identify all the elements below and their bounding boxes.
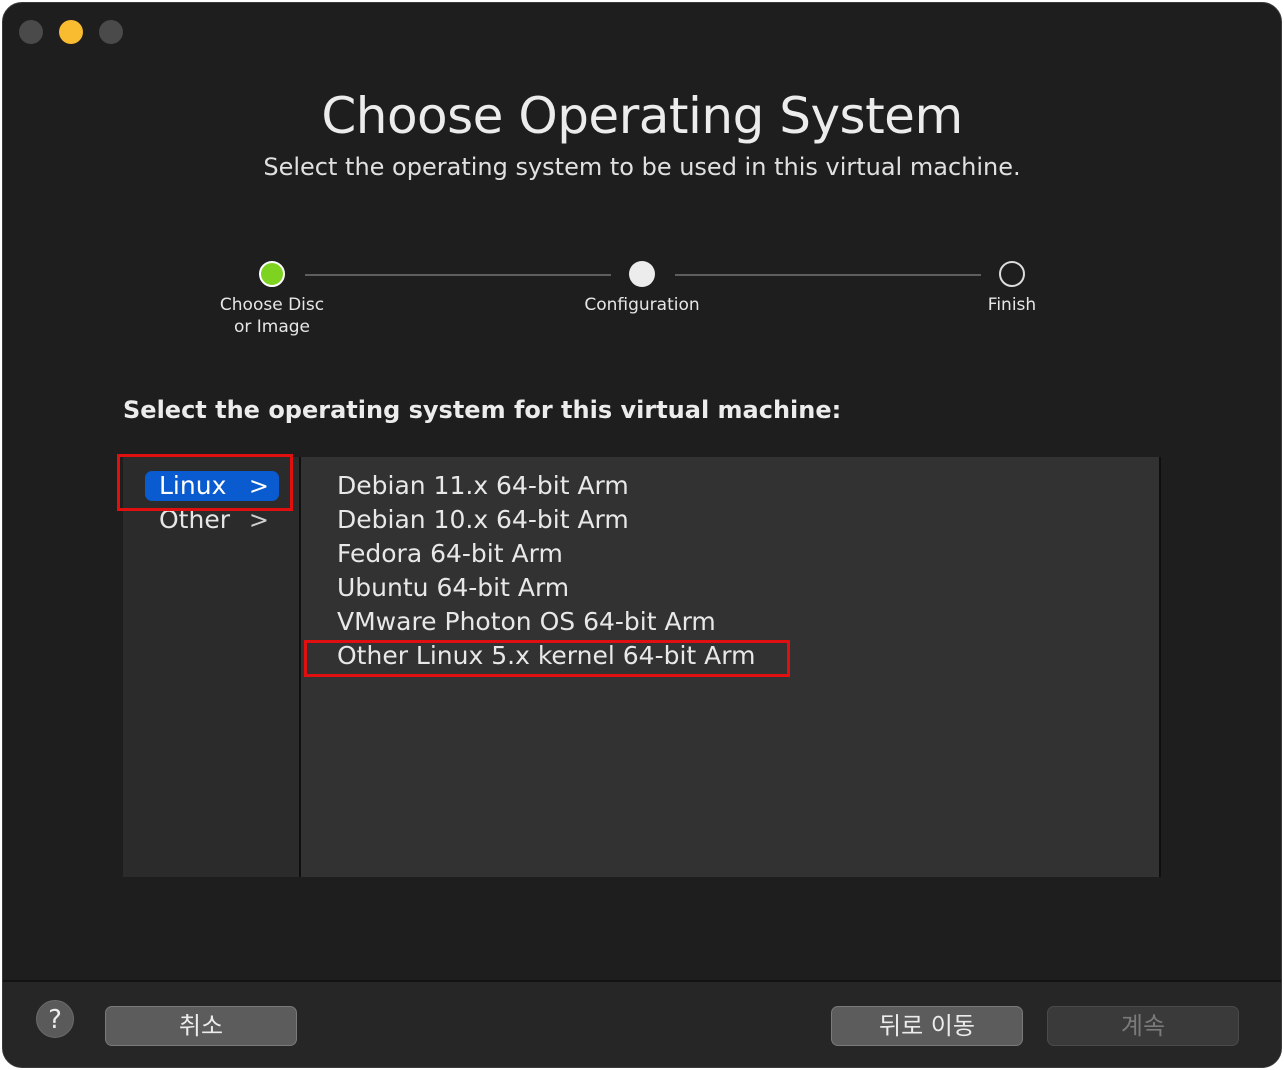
os-browser: Linux > Other > Debian 11.x 64-bit Arm D… (123, 457, 1163, 877)
step-connector (675, 274, 981, 276)
os-list-item[interactable]: Debian 11.x 64-bit Arm (337, 471, 629, 501)
minimize-window-button[interactable] (59, 20, 83, 44)
step-dot-completed (259, 261, 285, 287)
os-list-column: Debian 11.x 64-bit Arm Debian 10.x 64-bi… (301, 457, 1161, 877)
chevron-right-icon: > (248, 472, 269, 500)
window-controls (19, 20, 123, 44)
step-dot-pending (999, 261, 1025, 287)
category-other[interactable]: Other > (145, 505, 279, 535)
category-label: Linux (159, 471, 227, 500)
back-button[interactable]: 뒤로 이동 (831, 1006, 1023, 1046)
footer-bar: ? 취소 뒤로 이동 계속 (3, 980, 1281, 1067)
page-subtitle: Select the operating system to be used i… (263, 153, 1021, 181)
zoom-window-button[interactable] (99, 20, 123, 44)
os-list-item[interactable]: VMware Photon OS 64-bit Arm (337, 607, 716, 637)
category-column: Linux > Other > (123, 457, 299, 877)
os-list-item[interactable]: Other Linux 5.x kernel 64-bit Arm (337, 641, 755, 671)
cancel-button[interactable]: 취소 (105, 1006, 297, 1046)
step-dot-current (629, 261, 655, 287)
help-button[interactable]: ? (36, 1000, 74, 1038)
step-label-configuration: Configuration (584, 295, 700, 315)
page-title: Choose Operating System (321, 87, 963, 145)
chevron-right-icon: > (248, 506, 269, 534)
close-window-button[interactable] (19, 20, 43, 44)
step-label-choose-disc: Choose Disc or Image (219, 295, 325, 337)
os-list-item[interactable]: Ubuntu 64-bit Arm (337, 573, 569, 603)
category-label: Other (159, 505, 230, 534)
progress-steps: Choose Disc or Image Configuration Finis… (3, 261, 1281, 351)
os-select-prompt: Select the operating system for this vir… (123, 396, 842, 424)
step-connector (305, 274, 611, 276)
assistant-window: Choose Operating System Select the opera… (2, 2, 1282, 1068)
os-list-item[interactable]: Fedora 64-bit Arm (337, 539, 563, 569)
step-label-finish: Finish (987, 295, 1037, 315)
os-list-item[interactable]: Debian 10.x 64-bit Arm (337, 505, 629, 535)
category-linux[interactable]: Linux > (145, 471, 279, 501)
continue-button[interactable]: 계속 (1047, 1006, 1239, 1046)
